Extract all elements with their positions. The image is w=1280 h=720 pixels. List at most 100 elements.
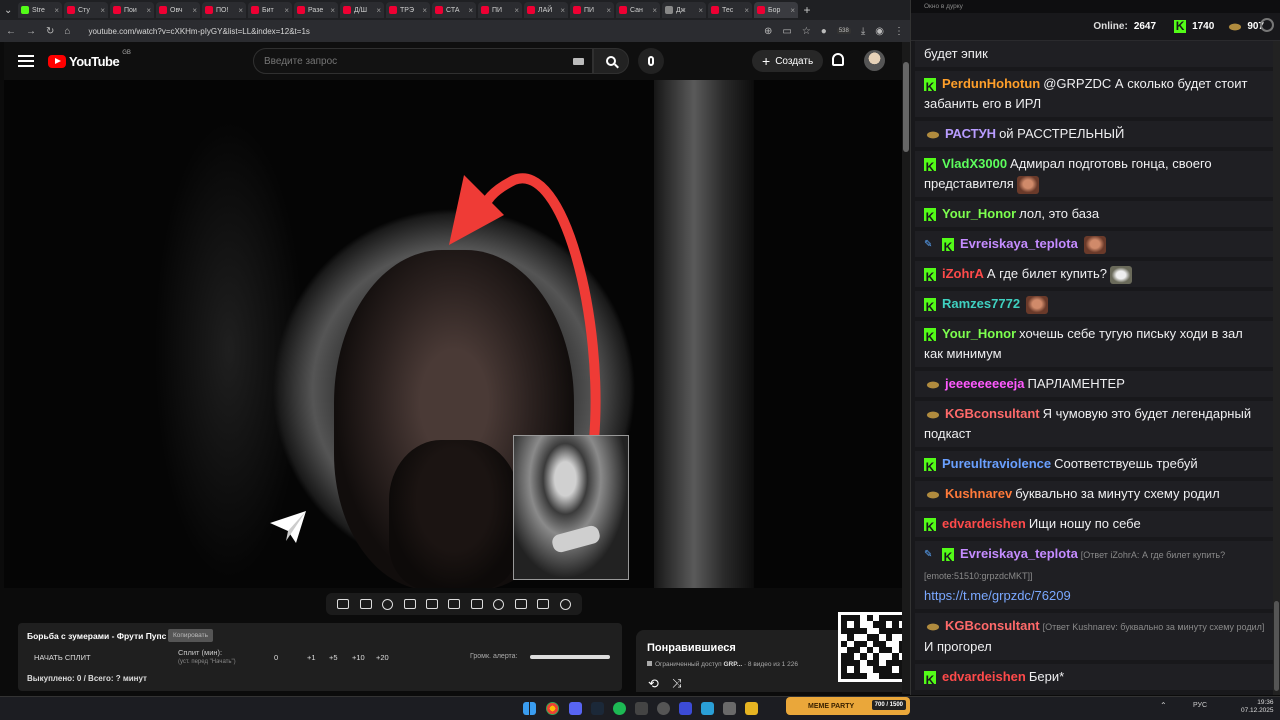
reload-icon[interactable]: ↻: [46, 26, 54, 37]
new-tab-icon[interactable]: +: [800, 3, 814, 17]
tray-expand-icon[interactable]: ⌃: [1160, 701, 1167, 710]
search-button[interactable]: [593, 48, 629, 74]
audio-icon[interactable]: [382, 598, 394, 610]
increment-button[interactable]: +20: [376, 653, 389, 662]
speed-icon[interactable]: [493, 598, 505, 610]
increment-button[interactable]: +1: [307, 653, 316, 662]
telegram-taskbar-icon[interactable]: [701, 702, 714, 715]
split-minutes-value[interactable]: 0: [274, 653, 278, 662]
home-icon[interactable]: ⌂: [64, 26, 70, 37]
app-icon[interactable]: [679, 702, 692, 715]
create-button[interactable]: + Создать: [752, 50, 824, 72]
avatar[interactable]: [864, 50, 885, 71]
extension-badge[interactable]: 538: [836, 28, 851, 34]
playlist-loop-icon[interactable]: ⟲: [648, 676, 659, 692]
tab-list-icon[interactable]: ⌄: [4, 5, 16, 16]
app-icon[interactable]: [635, 702, 648, 715]
alert-volume-slider[interactable]: [530, 655, 610, 659]
browser-tab[interactable]: Бор ×: [754, 2, 798, 18]
extension-icon[interactable]: ●: [821, 26, 827, 37]
tab-close-icon[interactable]: ×: [238, 6, 243, 15]
browser-tab[interactable]: Бит ×: [248, 2, 292, 18]
increment-button[interactable]: +5: [329, 653, 338, 662]
chat-username[interactable]: edvardeishen: [942, 669, 1026, 684]
chat-scrollbar-thumb[interactable]: [1274, 601, 1279, 691]
tab-close-icon[interactable]: ×: [790, 6, 795, 15]
bookmark-star-icon[interactable]: ☆: [802, 26, 811, 37]
chat-username[interactable]: РАСТУН: [945, 126, 996, 141]
chat-username[interactable]: KGBconsultant: [945, 406, 1040, 421]
forward-icon[interactable]: →: [26, 26, 36, 37]
browser-tab[interactable]: Разе ×: [294, 2, 338, 18]
tab-close-icon[interactable]: ×: [744, 6, 749, 15]
tab-close-icon[interactable]: ×: [560, 6, 565, 15]
chat-username[interactable]: Your_Honor: [942, 326, 1016, 341]
menu-dots-icon[interactable]: ⋮: [894, 26, 904, 37]
browser-tab[interactable]: ЛАЙ ×: [524, 2, 568, 18]
browser-tab[interactable]: ПИ ×: [570, 2, 614, 18]
browser-tab[interactable]: Stre ×: [18, 2, 62, 18]
url-field[interactable]: youtube.com/watch?v=cXKHm-pIyGY&list=LL&…: [80, 27, 754, 36]
camera-icon[interactable]: [537, 599, 550, 609]
windows-start-icon[interactable]: [523, 702, 536, 715]
chat-settings-gear-icon[interactable]: [1260, 18, 1274, 32]
chat-username[interactable]: edvardeishen: [942, 516, 1026, 531]
search-input[interactable]: [254, 49, 592, 73]
profile-icon[interactable]: ◉: [875, 26, 884, 37]
chat-username[interactable]: Ramzes7772: [942, 296, 1020, 311]
back-icon[interactable]: ←: [6, 26, 16, 37]
chat-username[interactable]: Pureultraviolence: [942, 456, 1051, 471]
browser-tab[interactable]: Овч ×: [156, 2, 200, 18]
start-split-button[interactable]: НАЧАТЬ СПЛИТ: [34, 653, 91, 662]
playlist-shuffle-icon[interactable]: ⤨: [672, 676, 682, 691]
tab-close-icon[interactable]: ×: [284, 6, 289, 15]
chrome-icon[interactable]: [546, 702, 559, 715]
obs-icon[interactable]: [657, 702, 670, 715]
chat-username[interactable]: VladX3000: [942, 156, 1007, 171]
browser-tab[interactable]: Д/Ш ×: [340, 2, 384, 18]
tab-close-icon[interactable]: ×: [422, 6, 427, 15]
tab-close-icon[interactable]: ×: [100, 6, 105, 15]
tray-clock[interactable]: 19:36 07.12.2025: [1241, 699, 1274, 715]
tab-close-icon[interactable]: ×: [376, 6, 381, 15]
chat-username[interactable]: Kushnarev: [945, 486, 1012, 501]
add-screenshot-icon[interactable]: [514, 599, 527, 609]
keyboard-icon[interactable]: [573, 58, 584, 65]
hamburger-menu-icon[interactable]: [18, 55, 34, 67]
page-scrollbar[interactable]: [902, 42, 910, 694]
browser-tab[interactable]: ТРЭ ×: [386, 2, 430, 18]
chat-username[interactable]: jeeeeeeeeeja: [945, 376, 1025, 391]
chat-scrollbar[interactable]: [1273, 41, 1280, 695]
chat-username[interactable]: KGBconsultant: [945, 618, 1040, 633]
increment-button[interactable]: +10: [352, 653, 365, 662]
youtube-logo[interactable]: YouTube GB: [48, 50, 131, 69]
discord-icon[interactable]: [569, 702, 582, 715]
explorer-icon[interactable]: [745, 702, 758, 715]
keyboard-language[interactable]: РУС: [1193, 702, 1207, 709]
tab-close-icon[interactable]: ×: [652, 6, 657, 15]
film-icon[interactable]: [426, 599, 439, 609]
tab-close-icon[interactable]: ×: [146, 6, 151, 15]
tab-close-icon[interactable]: ×: [192, 6, 197, 15]
browser-tab[interactable]: Сан ×: [616, 2, 660, 18]
chat-link[interactable]: https://t.me/grpzdc/76209: [924, 588, 1071, 603]
copy-button[interactable]: Копировать: [168, 629, 213, 642]
tab-close-icon[interactable]: ×: [698, 6, 703, 15]
sort-icon[interactable]: [359, 599, 372, 609]
app-icon[interactable]: [723, 702, 736, 715]
tab-close-icon[interactable]: ×: [54, 6, 59, 15]
browser-tab[interactable]: Тес ×: [708, 2, 752, 18]
voice-search-button[interactable]: [638, 48, 664, 74]
browser-tab[interactable]: ПО! ×: [202, 2, 246, 18]
settings-gear-icon[interactable]: [559, 598, 571, 610]
loop-icon[interactable]: [337, 599, 350, 609]
browser-tab[interactable]: ПИ ×: [478, 2, 522, 18]
video-player[interactable]: [4, 80, 902, 588]
playlist-title[interactable]: Понравившиеся: [647, 642, 736, 654]
tab-close-icon[interactable]: ×: [514, 6, 519, 15]
browser-tab[interactable]: Пои ×: [110, 2, 154, 18]
tab-close-icon[interactable]: ×: [468, 6, 473, 15]
browser-tab[interactable]: Сту ×: [64, 2, 108, 18]
filmstrip-icon[interactable]: [470, 599, 483, 609]
browser-tab[interactable]: Дж ×: [662, 2, 706, 18]
